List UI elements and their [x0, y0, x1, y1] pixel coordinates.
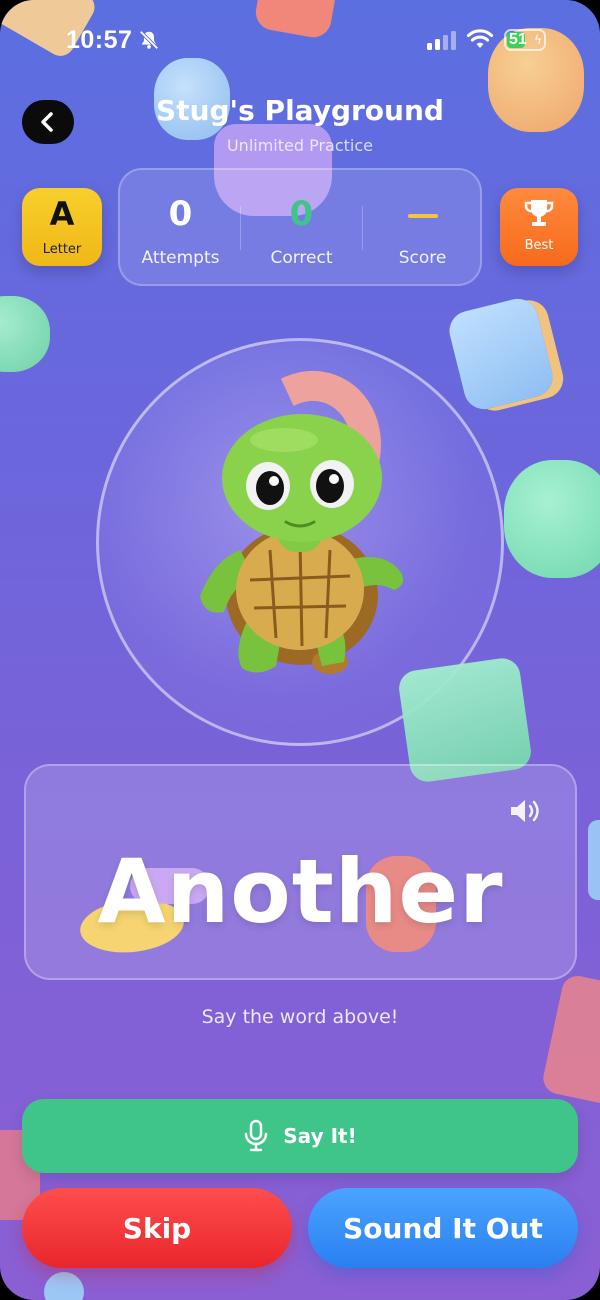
- skip-button[interactable]: Skip: [22, 1188, 292, 1268]
- sound-it-out-label: Sound It Out: [343, 1211, 543, 1245]
- say-it-label: Say It!: [283, 1124, 357, 1148]
- status-bar: 10:57 51 ϟ: [0, 0, 600, 80]
- cellular-signal-icon: [427, 31, 456, 50]
- page-subtitle: Unlimited Practice: [226, 136, 374, 155]
- wifi-icon: [466, 29, 494, 48]
- microphone-icon: [245, 1119, 268, 1152]
- best-button[interactable]: Best: [500, 188, 578, 266]
- decorative-shape: [0, 296, 50, 372]
- attempts-label: Attempts: [141, 248, 220, 268]
- battery-level: 51: [509, 31, 527, 48]
- attempts-value: 0: [168, 194, 193, 234]
- correct-label: Correct: [270, 248, 333, 268]
- mode-label: Letter: [42, 242, 82, 257]
- bolt-icon: ϟ: [534, 33, 542, 47]
- mode-letter-glyph: A: [49, 195, 75, 233]
- score-placeholder-dash: [407, 214, 438, 218]
- bell-slash-icon: [139, 30, 159, 50]
- stats-panel: 0 Attempts 0 Correct Score: [118, 168, 482, 286]
- decorative-shape: [588, 820, 600, 900]
- stat-attempts: 0 Attempts: [120, 194, 241, 268]
- decorative-shape: [540, 972, 600, 1108]
- instruction-text: Say the word above!: [201, 1006, 399, 1028]
- target-word: Another: [97, 840, 504, 943]
- mode-letter-button[interactable]: A Letter: [22, 188, 102, 266]
- stat-correct: 0 Correct: [241, 194, 362, 268]
- app-screen: 10:57 51 ϟ Stug's Playground Unlimited P…: [0, 0, 600, 1300]
- decorative-shape: [44, 1272, 84, 1300]
- say-it-button[interactable]: Say It!: [22, 1099, 578, 1173]
- decorative-shape: [504, 460, 600, 578]
- best-label: Best: [524, 238, 554, 253]
- status-time: 10:57: [66, 26, 133, 54]
- score-label: Score: [398, 248, 447, 268]
- page-title: Stug's Playground: [156, 94, 444, 127]
- turtle-character: [200, 414, 403, 674]
- battery-charging-icon: 51 ϟ: [504, 29, 546, 51]
- decorative-shape: [445, 294, 557, 414]
- correct-value: 0: [289, 194, 314, 234]
- skip-label: Skip: [122, 1211, 192, 1245]
- sound-it-out-button[interactable]: Sound It Out: [308, 1188, 578, 1268]
- speaker-icon[interactable]: [508, 796, 542, 826]
- trophy-icon: [524, 200, 554, 226]
- stat-score: Score: [362, 194, 483, 268]
